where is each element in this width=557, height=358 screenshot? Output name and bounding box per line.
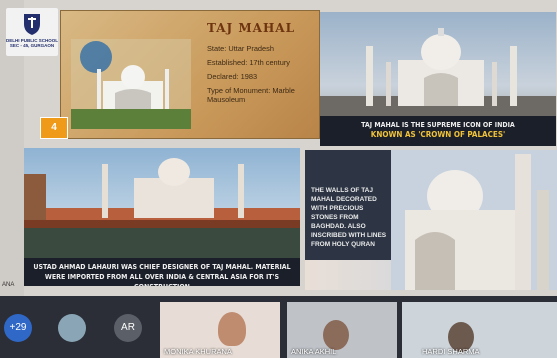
caption-highlight: KNOWN AS 'CROWN OF PALACES' <box>370 130 506 139</box>
participant-name: MONIKA KHURANA <box>164 347 232 356</box>
participant-tile[interactable]: HARDI SHARMA <box>402 302 557 358</box>
taj-designer-card: USTAD AHMAD LAHAURI WAS CHIEF DESIGNER O… <box>24 148 300 286</box>
participant-initials[interactable]: AR <box>114 314 142 342</box>
school-logo: DELHI PUBLIC SCHOOL SEC - 45, GURGAON <box>6 8 58 56</box>
participant-name: HARDI SHARMA <box>422 347 480 356</box>
participant-tile[interactable]: ANIKA AKHIL <box>287 302 397 358</box>
fact-type: Type of Monument: Marble Mausoleum <box>207 86 295 104</box>
taj-mahal-photo <box>320 28 556 116</box>
fact-established: Established: 17th century <box>207 58 290 67</box>
caption-text: THE WALLS OF TAJ MAHAL DECORATED WITH PR… <box>305 150 391 260</box>
taj-walls-card: THE WALLS OF TAJ MAHAL DECORATED WITH PR… <box>305 150 557 290</box>
slide-number-badge: 4 <box>40 117 68 139</box>
participant-avatar[interactable] <box>58 314 86 342</box>
caption-text: TAJ MAHAL IS THE SUPREME ICON OF INDIA <box>361 121 515 129</box>
taj-info-card: TAJ MAHAL State: Uttar Pradesh Establish… <box>60 10 320 139</box>
participant-video <box>323 320 349 350</box>
caption-text: USTAD AHMAD LAHAURI WAS CHIEF DESIGNER O… <box>24 258 300 286</box>
participant-name: ANIKA AKHIL <box>291 347 337 356</box>
school-campus: SEC - 45, GURGAON <box>9 43 55 48</box>
taj-icon-card: TAJ MAHAL IS THE SUPREME ICON OF INDIA K… <box>320 12 556 146</box>
left-label: ANA <box>2 282 15 288</box>
more-participants-button[interactable]: +29 <box>4 314 32 342</box>
taj-mahal-sketch-image <box>71 39 191 129</box>
participant-tile[interactable]: MONIKA KHURANA <box>160 302 280 358</box>
school-crest-icon <box>24 14 40 35</box>
fact-state: State: Uttar Pradesh <box>207 44 274 53</box>
fact-declared: Declared: 1983 <box>207 72 258 81</box>
participant-video <box>218 312 246 346</box>
taj-mahal-reflection-photo <box>24 158 300 258</box>
card-title: TAJ MAHAL <box>206 21 296 35</box>
